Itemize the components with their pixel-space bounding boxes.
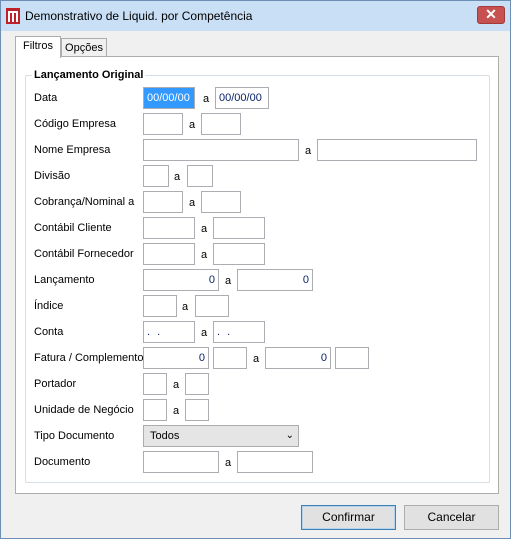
range-separator: a xyxy=(189,197,196,209)
cancel-button-label: Cancelar xyxy=(427,510,476,524)
window-title: Demonstrativo de Liquid. por Competência xyxy=(25,9,253,23)
tipo-documento-select[interactable]: Todos ⌄ xyxy=(143,425,299,447)
range-separator: a xyxy=(253,353,260,365)
close-button[interactable]: ✕ xyxy=(477,6,505,24)
unidade-negocio-to-input[interactable] xyxy=(185,399,209,421)
tipo-documento-value: Todos xyxy=(150,430,180,442)
label-conta: Conta xyxy=(34,326,64,338)
range-separator: a xyxy=(173,379,180,391)
portador-to-input[interactable] xyxy=(185,373,209,395)
confirm-button-label: Confirmar xyxy=(322,510,375,524)
confirm-button[interactable]: Confirmar xyxy=(301,505,396,530)
label-divisao: Divisão xyxy=(34,170,71,182)
label-indice: Índice xyxy=(34,300,64,312)
group-title: Lançamento Original xyxy=(32,69,146,81)
cobranca-from-input[interactable] xyxy=(143,191,183,213)
dialog-window: Demonstrativo de Liquid. por Competência… xyxy=(0,0,511,539)
title-bar[interactable]: Demonstrativo de Liquid. por Competência… xyxy=(1,1,510,31)
codigo-empresa-to-input[interactable] xyxy=(201,113,241,135)
cobranca-to-input[interactable] xyxy=(201,191,241,213)
range-separator: a xyxy=(174,171,181,183)
chevron-down-icon: ⌄ xyxy=(285,430,294,441)
label-contabil-fornecedor: Contábil Fornecedor xyxy=(34,248,134,260)
label-unidade-negocio: Unidade de Negócio xyxy=(34,404,134,416)
label-codigo-empresa: Código Empresa xyxy=(34,118,116,130)
complemento-from-input[interactable] xyxy=(213,347,247,369)
fatura-to-input[interactable]: 0 xyxy=(265,347,331,369)
label-nome-empresa: Nome Empresa xyxy=(34,144,111,156)
indice-from-input[interactable] xyxy=(143,295,177,317)
fatura-from-input[interactable]: 0 xyxy=(143,347,209,369)
contabil-fornecedor-to-input[interactable] xyxy=(213,243,265,265)
label-cobranca-nominal: Cobrança/Nominal a xyxy=(34,196,135,208)
data-from-input[interactable]: 00/00/00 xyxy=(143,87,195,109)
label-data: Data xyxy=(34,92,58,104)
label-tipo-documento: Tipo Documento xyxy=(34,430,115,442)
portador-from-input[interactable] xyxy=(143,373,167,395)
data-to-input[interactable]: 00/00/00 xyxy=(215,87,269,109)
cancel-button[interactable]: Cancelar xyxy=(404,505,499,530)
indice-to-input[interactable] xyxy=(195,295,229,317)
range-separator: a xyxy=(225,457,232,469)
range-separator: a xyxy=(182,301,189,313)
conta-from-input[interactable]: . . xyxy=(143,321,195,343)
range-separator: a xyxy=(203,93,210,105)
nome-empresa-to-input[interactable] xyxy=(317,139,477,161)
label-documento: Documento xyxy=(34,456,91,468)
tab-filtros[interactable]: Filtros xyxy=(15,36,61,58)
divisao-from-input[interactable] xyxy=(143,165,169,187)
documento-from-input[interactable] xyxy=(143,451,219,473)
conta-to-input[interactable]: . . xyxy=(213,321,265,343)
contabil-cliente-to-input[interactable] xyxy=(213,217,265,239)
lancamento-to-input[interactable]: 0 xyxy=(237,269,313,291)
range-separator: a xyxy=(225,275,232,287)
label-contabil-cliente: Contábil Cliente xyxy=(34,222,112,234)
documento-to-input[interactable] xyxy=(237,451,313,473)
lancamento-from-input[interactable]: 0 xyxy=(143,269,219,291)
label-fatura-complemento: Fatura / Complemento xyxy=(34,352,144,364)
range-separator: a xyxy=(201,327,208,339)
app-logo-icon xyxy=(6,8,20,24)
unidade-negocio-from-input[interactable] xyxy=(143,399,167,421)
nome-empresa-from-input[interactable] xyxy=(143,139,299,161)
range-separator: a xyxy=(173,405,180,417)
contabil-cliente-from-input[interactable] xyxy=(143,217,195,239)
codigo-empresa-from-input[interactable] xyxy=(143,113,183,135)
range-separator: a xyxy=(189,119,196,131)
divisao-to-input[interactable] xyxy=(187,165,213,187)
tab-opcoes[interactable]: Opções xyxy=(61,38,107,58)
complemento-to-input[interactable] xyxy=(335,347,369,369)
range-separator: a xyxy=(201,249,208,261)
label-lancamento: Lançamento xyxy=(34,274,95,286)
range-separator: a xyxy=(305,145,312,157)
range-separator: a xyxy=(201,223,208,235)
label-portador: Portador xyxy=(34,378,77,390)
contabil-fornecedor-from-input[interactable] xyxy=(143,243,195,265)
